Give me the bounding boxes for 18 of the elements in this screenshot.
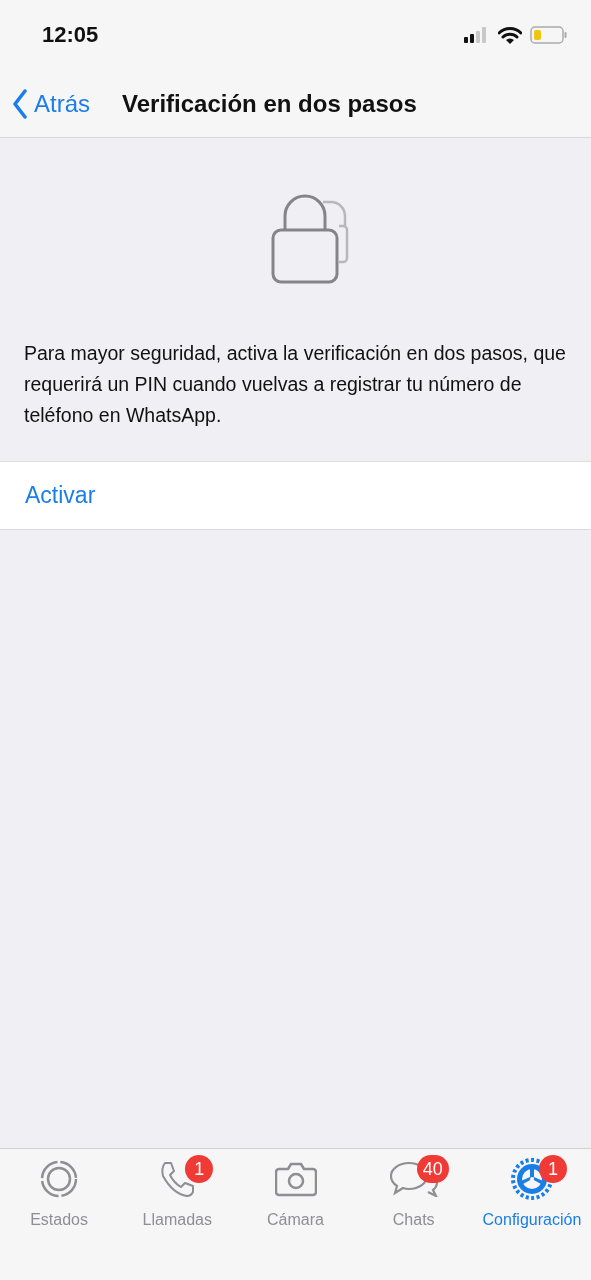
- status-time: 12:05: [42, 22, 99, 48]
- back-button[interactable]: Atrás: [12, 88, 90, 119]
- tab-bar-item[interactable]: Estados: [0, 1157, 119, 1280]
- count-badge: 1: [185, 1155, 214, 1183]
- screen-title: Verificación en dos pasos: [122, 89, 417, 118]
- tab-bar-item[interactable]: Cámara: [236, 1157, 355, 1280]
- tab-bar-item[interactable]: 1 Configuración: [472, 1157, 591, 1280]
- chevron-left-icon: [12, 88, 28, 119]
- count-badge: 40: [416, 1155, 449, 1183]
- tab-bar-item[interactable]: 1 Llamadas: [118, 1157, 237, 1280]
- wifi-icon: [498, 26, 522, 44]
- count-badge: 1: [538, 1155, 567, 1183]
- status-ring-icon: [39, 1159, 80, 1199]
- description-text: Para mayor seguridad, activa la verificación en dos pasos, que requerirá un PIN cuando vuelvas a registrar tu número de teléfono en WhatsApp.: [23, 341, 567, 428]
- camera-icon: [274, 1161, 317, 1197]
- tab-bar-item[interactable]: 40 Chats: [354, 1157, 473, 1280]
- battery-icon: [530, 26, 567, 44]
- activate-button[interactable]: Activar: [0, 461, 591, 530]
